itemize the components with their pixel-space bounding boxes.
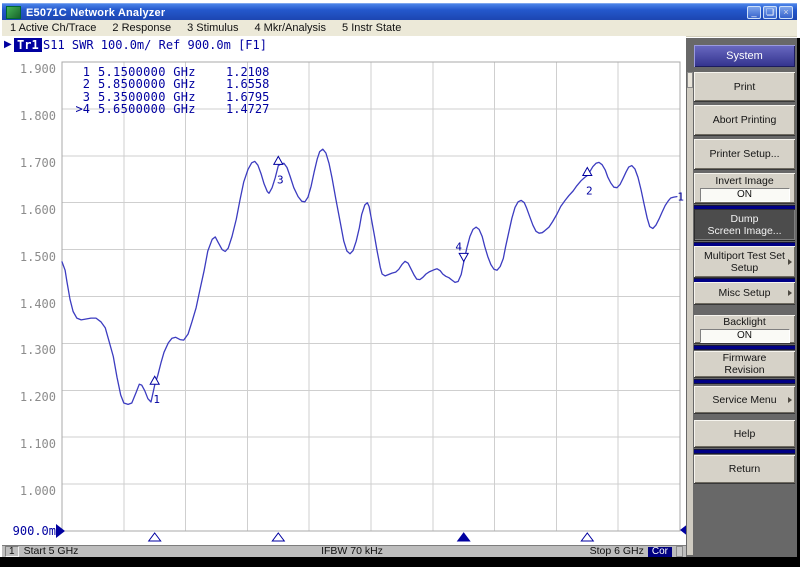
softkey-help[interactable]: Help	[694, 420, 795, 447]
menu-item-1[interactable]: 1 Active Ch/Trace	[2, 22, 104, 34]
softkey-label: Invert Image	[715, 175, 773, 187]
menu-item-3[interactable]: 3 Stimulus	[179, 22, 246, 34]
softkey-label: Backlight	[723, 316, 766, 328]
trace-selector-tr1[interactable]: Tr1	[14, 38, 42, 52]
minimize-button[interactable]: _	[747, 6, 761, 19]
softkey-scrollbar-thumb[interactable]	[687, 72, 693, 88]
softkey-group-separator	[694, 449, 795, 454]
close-button[interactable]: ×	[779, 6, 793, 19]
softkey-label: Printer Setup...	[709, 148, 779, 160]
submenu-arrow-icon	[788, 259, 792, 265]
softkey-invert-image[interactable]: Invert ImageON	[694, 173, 795, 203]
softkey-label: Abort Printing	[713, 114, 777, 126]
ifbw-readout: IFBW 70 kHz	[292, 546, 412, 557]
y-axis-label: 1.600	[10, 204, 56, 216]
title-bar: E5071C Network Analyzer _❏×	[2, 3, 797, 21]
softkey-state-on: ON	[700, 188, 790, 202]
y-axis-label: 1.700	[10, 157, 56, 169]
softkey-printer-setup[interactable]: Printer Setup...	[694, 139, 795, 169]
y-axis-label: 1.500	[10, 251, 56, 263]
active-trace-arrow-icon: ▶	[4, 39, 12, 50]
y-axis-label: 1.900	[10, 63, 56, 75]
marker-readout-row: 25.8500000 GHz1.6558	[70, 78, 269, 90]
softkey-label: Multiport Test Set	[704, 250, 785, 262]
window-buttons: _❏×	[747, 6, 793, 19]
softkey-group-separator	[694, 379, 795, 384]
y-axis-label: 1.000	[10, 485, 56, 497]
softkey-return[interactable]: Return	[694, 455, 795, 483]
menu-item-5[interactable]: 5 Instr State	[334, 22, 409, 34]
menu-item-2[interactable]: 2 Response	[104, 22, 179, 34]
screen-bottom-edge	[0, 557, 800, 567]
submenu-arrow-icon	[788, 397, 792, 403]
y-axis-label: 1.200	[10, 391, 56, 403]
softkey-label: Misc Setup	[719, 287, 771, 299]
menu-bar: 1 Active Ch/Trace2 Response3 Stimulus4 M…	[2, 20, 797, 37]
softkey-label: Revision	[724, 364, 764, 376]
status-blank-cell	[676, 546, 683, 557]
softkey-label: Return	[729, 463, 761, 475]
softkey-backlight[interactable]: BacklightON	[694, 315, 795, 343]
softkey-label: Setup	[731, 262, 758, 274]
softkey-label: Screen Image...	[707, 225, 781, 237]
softkey-multiport-test-set-setup[interactable]: Multiport Test SetSetup	[694, 246, 795, 277]
softkey-scrollbar[interactable]	[687, 72, 693, 555]
correction-status-badge: Cor	[648, 547, 672, 557]
stop-frequency: Stop 6 GHz	[590, 546, 644, 557]
reference-level-label: 900.0m	[10, 525, 56, 537]
softkey-label: Print	[734, 81, 756, 93]
softkey-firmware-revision[interactable]: FirmwareRevision	[694, 351, 795, 377]
channel-number: 1	[5, 546, 19, 557]
y-axis-label: 1.300	[10, 344, 56, 356]
softkey-abort-printing[interactable]: Abort Printing	[694, 105, 795, 135]
softkey-group-separator	[694, 345, 795, 350]
y-axis-label: 1.100	[10, 438, 56, 450]
softkey-misc-setup[interactable]: Misc Setup	[694, 282, 795, 304]
softkey-sidebar: System Print Abort Printing Printer Setup..…	[686, 38, 797, 557]
softkey-service-menu[interactable]: Service Menu	[694, 386, 795, 413]
marker-readout-row: >45.6500000 GHz1.4727	[70, 103, 269, 115]
softkey-system[interactable]: System	[694, 45, 795, 67]
y-axis-label: 1.800	[10, 110, 56, 122]
window-title: E5071C Network Analyzer	[26, 7, 165, 19]
start-frequency: Start 5 GHz	[24, 546, 79, 557]
restore-button[interactable]: ❏	[763, 6, 777, 19]
softkey-label: System	[726, 50, 763, 62]
marker-readout-table: 15.1500000 GHz1.210825.8500000 GHz1.6558…	[70, 66, 269, 116]
submenu-arrow-icon	[788, 290, 792, 296]
softkey-label: Firmware	[723, 352, 767, 364]
softkey-dump-screen-image[interactable]: DumpScreen Image...	[694, 209, 795, 240]
softkey-label: Help	[734, 428, 756, 440]
app-icon	[6, 6, 21, 19]
softkey-label: Service Menu	[712, 394, 776, 406]
trace-header-text: S11 SWR 100.0m/ Ref 900.0m [F1]	[43, 38, 267, 52]
y-axis-label: 1.400	[10, 298, 56, 310]
softkey-label: Dump	[730, 213, 758, 225]
softkey-print[interactable]: Print	[694, 72, 795, 101]
softkey-state-on: ON	[700, 329, 790, 343]
menu-item-4[interactable]: 4 Mkr/Analysis	[246, 22, 334, 34]
